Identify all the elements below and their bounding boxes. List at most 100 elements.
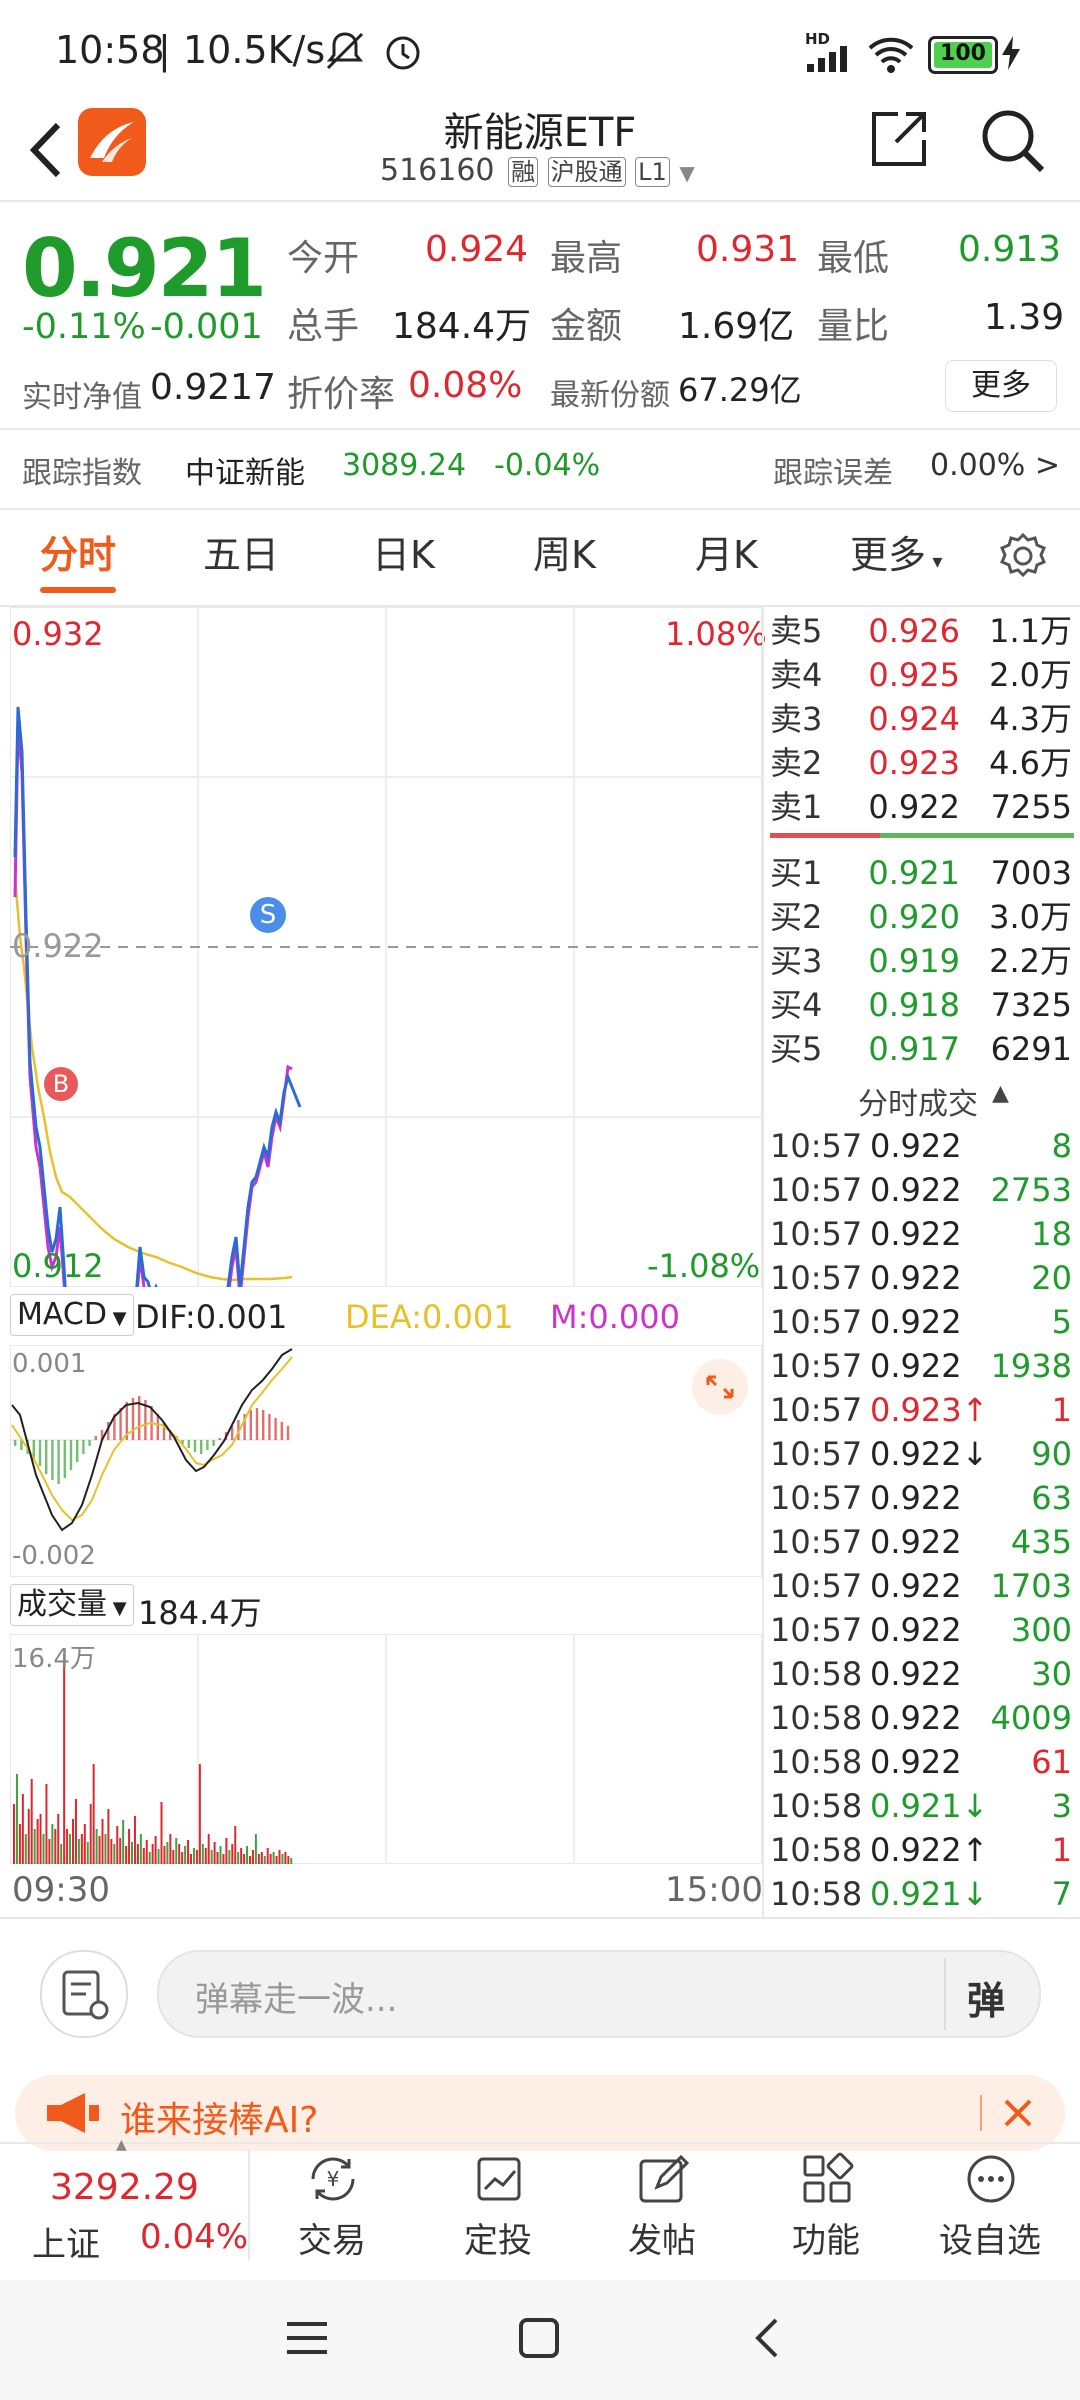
volume-bar	[142, 1848, 145, 1864]
volume-chart[interactable]: 16.4万	[9, 1633, 763, 1865]
macd-bar	[200, 1440, 203, 1454]
volume-bar	[284, 1852, 287, 1864]
macd-chart[interactable]: 0.001 -0.002	[9, 1344, 763, 1578]
volume-bar	[13, 1804, 15, 1864]
volume-bar	[48, 1839, 51, 1864]
volume-bar	[57, 1814, 60, 1864]
bid-volume: 6291	[990, 1030, 1072, 1068]
volume-bar	[190, 1854, 192, 1864]
tick-row: 10:57 0.922 435	[770, 1520, 1080, 1564]
change-amount: -0.001	[150, 307, 263, 347]
ai-banner[interactable]: 谁来接棒AI?	[15, 2075, 1065, 2151]
macd-dea: DEA:0.001	[345, 1298, 514, 1336]
volume-bar	[80, 1834, 83, 1864]
volume-bar	[260, 1852, 263, 1864]
volume-bar	[228, 1850, 231, 1864]
dropdown-icon: ▼	[106, 1308, 127, 1329]
danmu-input[interactable]: 弹幕走一波... 弹	[157, 1950, 1041, 2038]
volume-bar	[27, 1809, 30, 1864]
macd-chart-svg	[9, 1344, 763, 1578]
ask-price: 0.922	[868, 788, 960, 826]
volume-bar	[110, 1839, 113, 1864]
status-time: 10:58	[55, 28, 165, 72]
back-nav-icon[interactable]	[752, 2316, 782, 2360]
tracking-row[interactable]: 跟踪指数 中证新能 3089.24 -0.04% 跟踪误差 0.00% >	[0, 440, 1080, 495]
expand-chart-button[interactable]	[692, 1359, 748, 1415]
ask-row: 卖3 0.924 4.3万	[770, 697, 1080, 741]
sell-marker[interactable]: S	[250, 897, 286, 933]
home-icon[interactable]	[518, 2317, 560, 2359]
search-icon[interactable]	[978, 106, 1048, 176]
tab-monthly-k[interactable]: 月K	[695, 505, 758, 605]
tick-volume: 2753	[990, 1171, 1072, 1209]
bid-label: 买1	[770, 854, 823, 892]
trade-label: 交易	[298, 2221, 366, 2261]
level-badge[interactable]: L1	[635, 157, 670, 187]
tick-volume: 1703	[990, 1567, 1072, 1605]
share-icon[interactable]	[868, 108, 930, 170]
intraday-chart[interactable]: 0.932 1.08% 0.922 0.912 -1.08% B S	[9, 606, 767, 1411]
settings-gear-icon[interactable]	[998, 531, 1048, 581]
functions-button[interactable]: 功能	[746, 2145, 906, 2265]
menu-icon[interactable]	[285, 2318, 329, 2358]
volume-bar	[290, 1858, 293, 1864]
tick-row: 10:57 0.922↓ 90	[770, 1432, 1080, 1476]
volume-label: 总手	[287, 306, 360, 347]
tracking-value: 3089.24	[342, 448, 467, 483]
volume-top-label: 16.4万	[12, 1644, 96, 1674]
macd-bar	[94, 1436, 97, 1440]
tick-row: 10:57 0.922 1938	[770, 1344, 1080, 1388]
close-icon[interactable]	[1000, 2095, 1036, 2131]
bid-price: 0.921	[868, 854, 960, 892]
volume-bar	[101, 1819, 104, 1864]
volume-bar	[69, 1834, 72, 1864]
volume-bar	[74, 1799, 77, 1864]
nav-value: 0.9217	[150, 367, 276, 408]
app-logo-icon	[78, 108, 146, 176]
danmu-toggle-button[interactable]: 弹	[967, 1970, 1005, 2025]
auto-invest-button[interactable]: 定投	[418, 2145, 578, 2265]
volume-bars	[13, 1654, 293, 1864]
index-ticker[interactable]: ▲ 3292.29 上证 0.04%	[0, 2137, 248, 2275]
tick-volume: 8	[1051, 1127, 1072, 1165]
back-button[interactable]	[20, 115, 70, 185]
buy-marker[interactable]: B	[44, 1067, 78, 1101]
volume-bar	[266, 1848, 269, 1864]
ticks-header[interactable]: 分时成交 ▲	[770, 1075, 1080, 1123]
ai-banner-text: 谁来接棒AI?	[120, 2100, 319, 2141]
macd-bar	[76, 1440, 79, 1462]
volume-bar	[272, 1852, 275, 1864]
volume-bar	[95, 1829, 98, 1864]
macd-bar	[268, 1414, 271, 1440]
macd-selector[interactable]: MACD ▼	[10, 1294, 134, 1336]
tracking-pct: -0.04%	[494, 448, 601, 483]
tab-daily-k[interactable]: 日K	[372, 505, 435, 605]
post-button[interactable]: 发帖	[582, 2145, 742, 2265]
volume-bar	[163, 1846, 166, 1864]
tab-weekly-k[interactable]: 周K	[533, 505, 596, 605]
tab-more[interactable]: 更多 ▾	[850, 505, 942, 605]
level-dropdown-icon[interactable]: ▼	[679, 161, 694, 185]
more-button[interactable]: 更多	[945, 360, 1057, 412]
tick-row: 10:57 0.922 2753	[770, 1168, 1080, 1212]
comment-list-button[interactable]	[40, 1950, 128, 2038]
tracking-index: 中证新能	[185, 456, 305, 491]
macd-bar	[218, 1438, 221, 1440]
volume-selector[interactable]: 成交量 ▼	[10, 1584, 134, 1626]
volume-bar	[151, 1844, 154, 1864]
tracking-error-value: 0.00% >	[930, 448, 1060, 483]
battery-icon: 100	[928, 36, 998, 74]
divider	[0, 428, 1080, 430]
ask-volume: 1.1万	[989, 612, 1072, 650]
volume-bar	[51, 1824, 54, 1864]
add-watchlist-button[interactable]: 设自选	[910, 2145, 1070, 2265]
panel-divider	[762, 607, 764, 1917]
amount-label: 金额	[550, 306, 623, 347]
macd-bar	[45, 1440, 48, 1474]
tick-time: 10:57	[770, 1523, 863, 1561]
volume-value: 184.4万	[392, 306, 532, 347]
volume-bar	[15, 1774, 18, 1864]
volume-bar	[184, 1846, 187, 1864]
tab-five-day[interactable]: 五日	[203, 505, 279, 605]
trade-button[interactable]: ¥ 交易	[252, 2145, 412, 2265]
